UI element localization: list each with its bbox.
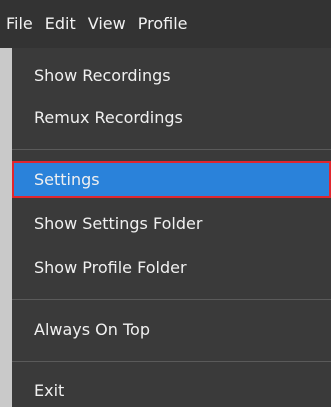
menu-separator — [12, 299, 331, 300]
menu-item-show-profile-folder[interactable]: Show Profile Folder — [12, 250, 331, 286]
menu-separator — [12, 149, 331, 150]
menu-edit[interactable]: Edit — [39, 0, 82, 48]
menu-view[interactable]: View — [82, 0, 132, 48]
menu-item-show-recordings[interactable]: Show Recordings — [12, 58, 331, 94]
menu-item-remux-recordings[interactable]: Remux Recordings — [12, 100, 331, 136]
menu-separator — [12, 361, 331, 362]
menu-item-exit[interactable]: Exit — [12, 373, 331, 407]
menu-bar: File Edit View Profile — [0, 0, 331, 48]
menu-file[interactable]: File — [0, 0, 39, 48]
file-menu-dropdown: Show Recordings Remux Recordings Setting… — [12, 48, 331, 407]
screenshot-canvas: File Edit View Profile Show Recordings R… — [0, 0, 331, 407]
menu-item-always-on-top[interactable]: Always On Top — [12, 312, 331, 348]
menu-item-settings[interactable]: Settings — [12, 162, 331, 198]
menu-item-show-settings-folder[interactable]: Show Settings Folder — [12, 206, 331, 242]
menu-profile[interactable]: Profile — [132, 0, 194, 48]
